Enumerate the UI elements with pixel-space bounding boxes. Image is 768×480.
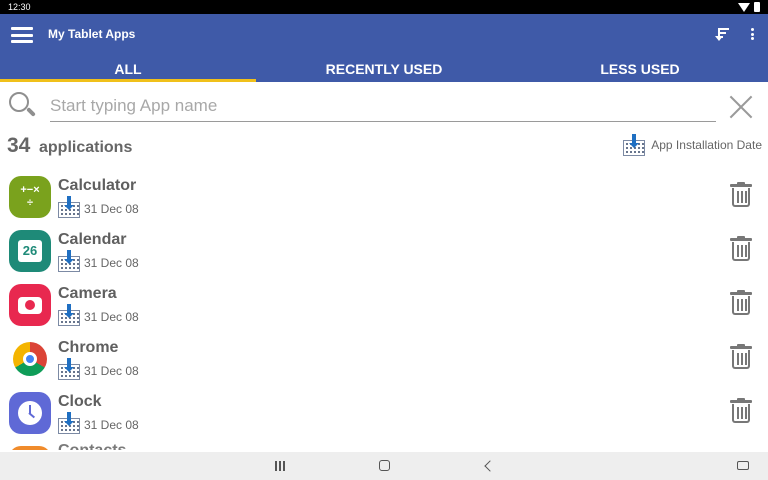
tab-less-used[interactable]: LESS USED [512, 56, 768, 82]
tab-recently-used[interactable]: RECENTLY USED [256, 56, 512, 82]
status-icons [738, 2, 760, 12]
install-date-icon [58, 250, 80, 272]
app-date: 31 Dec 08 [84, 418, 139, 432]
app-list: +−×÷ Calculator 31 Dec 08 26 Calendar 31… [0, 172, 768, 450]
chrome-icon [13, 342, 47, 376]
list-item[interactable]: 26 Calendar 31 Dec 08 [0, 226, 768, 280]
app-install-date: 31 Dec 08 [58, 358, 139, 380]
summary-row: 34 applications App Installation Date [0, 130, 768, 160]
app-count-label: applications [39, 139, 133, 156]
more-options-icon[interactable] [750, 28, 754, 40]
camera-icon [9, 284, 51, 326]
calendar-day: 26 [18, 240, 42, 262]
app-date: 31 Dec 08 [84, 256, 139, 270]
app-name: Clock [58, 393, 102, 410]
tab-all[interactable]: ALL [0, 56, 256, 82]
install-date-icon [623, 134, 646, 156]
calendar-icon: 26 [9, 230, 51, 272]
app-date: 31 Dec 08 [84, 202, 139, 216]
back-icon[interactable] [484, 460, 496, 472]
sort-mode-label: App Installation Date [651, 138, 762, 152]
app-name: Contacts [58, 442, 126, 450]
install-date-icon [58, 196, 80, 218]
app-date: 31 Dec 08 [84, 310, 139, 324]
app-name: Camera [58, 285, 117, 302]
calculator-glyph: +−×÷ [20, 184, 40, 209]
app-count: 34 [7, 134, 31, 157]
trash-icon[interactable] [730, 236, 752, 262]
list-item[interactable]: +−×÷ Calculator 31 Dec 08 [0, 172, 768, 226]
install-date-icon [58, 358, 80, 380]
calculator-icon: +−×÷ [9, 176, 51, 218]
keyboard-icon[interactable] [737, 461, 749, 470]
trash-icon[interactable] [730, 344, 752, 370]
app-date: 31 Dec 08 [84, 364, 139, 378]
sort-mode-button[interactable]: App Installation Date [623, 134, 762, 156]
trash-icon[interactable] [730, 182, 752, 208]
trash-icon[interactable] [730, 398, 752, 424]
install-date-icon [58, 412, 80, 434]
app-name: Calendar [58, 231, 127, 248]
app-bar: My Tablet Apps [0, 14, 768, 56]
app-name: Calculator [58, 177, 137, 194]
search-row [0, 84, 768, 126]
app-name: Chrome [58, 339, 119, 356]
status-bar: 12:30 [0, 0, 768, 14]
app-install-date: 31 Dec 08 [58, 196, 139, 218]
app-install-date: 31 Dec 08 [58, 304, 139, 326]
home-icon[interactable] [379, 460, 390, 471]
list-item[interactable]: Chrome 31 Dec 08 [0, 334, 768, 388]
list-item[interactable]: Clock 31 Dec 08 [0, 388, 768, 442]
sort-icon[interactable] [715, 27, 734, 41]
list-item[interactable]: Contacts [0, 442, 768, 450]
system-nav-bar [0, 452, 768, 480]
clear-search-icon[interactable] [728, 94, 754, 120]
clock-icon [9, 392, 51, 434]
status-time: 12:30 [8, 2, 31, 12]
recents-icon[interactable] [275, 461, 285, 471]
tab-bar: ALL RECENTLY USED LESS USED [0, 56, 768, 82]
search-input[interactable] [50, 90, 716, 122]
install-date-icon [58, 304, 80, 326]
app-install-date: 31 Dec 08 [58, 250, 139, 272]
wifi-icon [738, 2, 750, 12]
battery-icon [754, 2, 760, 12]
contacts-icon [9, 446, 51, 450]
app-title: My Tablet Apps [48, 27, 136, 41]
trash-icon[interactable] [730, 290, 752, 316]
app-install-date: 31 Dec 08 [58, 412, 139, 434]
search-icon [9, 92, 37, 120]
menu-icon[interactable] [11, 27, 33, 43]
list-item[interactable]: Camera 31 Dec 08 [0, 280, 768, 334]
